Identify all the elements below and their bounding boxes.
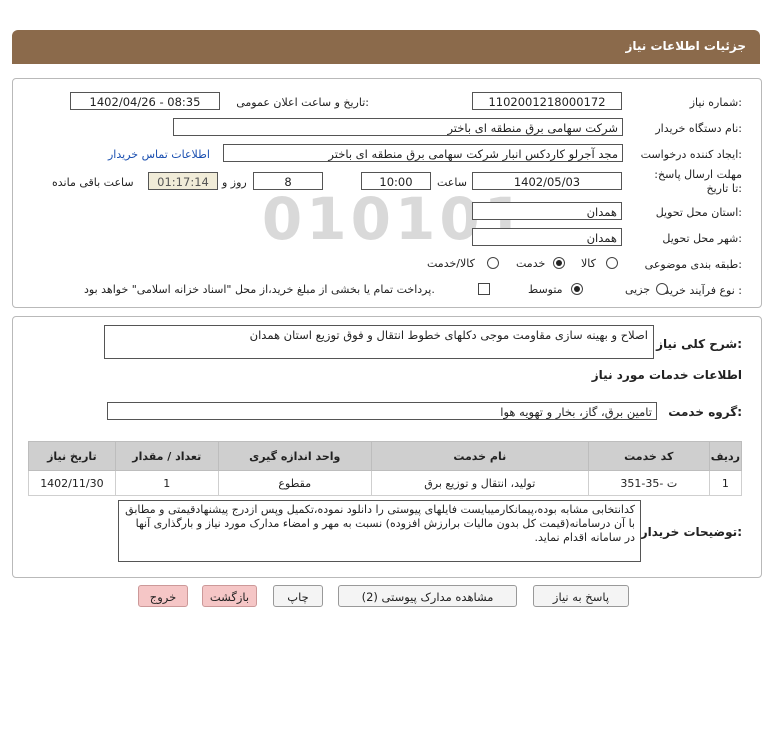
col-unit: واحد اندازه گیری [217, 441, 372, 471]
category-goods-service-label: کالا/خدمت [427, 257, 475, 270]
buyer-org-field: شرکت سهامی برق منطقه ای باختر [173, 118, 623, 136]
deadline-label-text: مهلت ارسال پاسخ: تا تاریخ: [654, 168, 742, 195]
col-service-name: نام خدمت [370, 441, 589, 471]
services-table: ردیف کد خدمت نام خدمت واحد اندازه گیری ت… [28, 441, 743, 496]
summary-field: اصلاح و بهینه سازی مقاومت موجی دکلهای خط… [104, 325, 654, 359]
buyer-contact-link[interactable]: اطلاعات تماس خریدار [108, 148, 210, 161]
exit-button[interactable]: خروج [138, 585, 188, 607]
col-row-number: ردیف [708, 441, 743, 471]
cell-service-name: تولید، انتقال و توزیع برق [370, 470, 589, 496]
creator-field: مجد آجرلو کاردکس انبار شرکت سهامی برق من… [223, 144, 623, 162]
category-radio-service[interactable] [553, 257, 565, 269]
category-radio-goods-service[interactable] [487, 257, 499, 269]
reply-button[interactable]: پاسخ به نیاز [533, 585, 629, 607]
services-table-header: ردیف کد خدمت نام خدمت واحد اندازه گیری ت… [28, 441, 743, 471]
announce-date-label: تاریخ و ساعت اعلان عمومی: [236, 96, 369, 109]
purchase-radio-medium[interactable] [571, 283, 583, 295]
remaining-label: ساعت باقی مانده [52, 176, 134, 189]
delivery-province-label: استان محل تحویل: [655, 206, 742, 219]
need-number-label: شماره نیاز: [689, 96, 742, 109]
service-group-label: گروه خدمت: [668, 405, 742, 419]
buyer-notes-field: کدانتخابی مشابه بوده،پیمانکارمیبایست فای… [118, 500, 641, 562]
col-quantity: تعداد / مقدار [114, 441, 219, 471]
creator-label: ایجاد کننده درخواست: [640, 148, 742, 161]
summary-label: شرح کلی نیاز: [656, 337, 742, 351]
announce-date-field: 1402/04/26 - 08:35 [70, 92, 220, 110]
need-info-panel [12, 78, 762, 308]
back-button[interactable]: بازگشت [202, 585, 257, 607]
buyer-org-label: نام دستگاه خریدار: [655, 122, 742, 135]
page-header: جزئیات اطلاعات نیاز [12, 30, 760, 64]
print-button[interactable]: چاپ [273, 585, 323, 607]
days-field: 8 [253, 172, 323, 190]
col-service-code: کد خدمت [587, 441, 710, 471]
deadline-date-field: 1402/05/03 [472, 172, 622, 190]
cell-quantity: 1 [114, 470, 219, 496]
remaining-time-field: 01:17:14 [148, 172, 218, 190]
purchase-radio-minor[interactable] [656, 283, 668, 295]
purchase-type-label: نوع فرآیند خرید : [664, 284, 742, 297]
page-title: جزئیات اطلاعات نیاز [625, 39, 746, 53]
cell-row-number: 1 [708, 470, 743, 496]
treasury-payment-note: پرداخت تمام یا بخشی از مبلغ خرید،از محل … [84, 283, 435, 296]
days-label: روز و [222, 176, 247, 189]
treasury-payment-checkbox[interactable] [478, 283, 490, 295]
purchase-medium-label: متوسط [528, 283, 563, 296]
col-need-date: تاریخ نیاز [28, 441, 116, 471]
attachments-button[interactable]: مشاهده مدارک پیوستی (2) [338, 585, 517, 607]
cell-service-code: ت -35-351 [587, 470, 710, 496]
buyer-notes-label: توضیحات خریدار: [640, 525, 742, 539]
category-label: طبقه بندی موضوعی: [644, 258, 742, 271]
services-heading: اطلاعات خدمات مورد نیاز [591, 368, 742, 382]
need-number-field: 1102001218000172 [472, 92, 622, 110]
category-radio-goods[interactable] [606, 257, 618, 269]
purchase-minor-label: جزیی [625, 283, 651, 296]
cell-unit: مقطوع [217, 470, 372, 496]
cell-need-date: 1402/11/30 [28, 470, 116, 496]
category-goods-label: کالا [581, 257, 596, 270]
deadline-time-field: 10:00 [361, 172, 431, 190]
deadline-label: مهلت ارسال پاسخ: تا تاریخ: [652, 168, 742, 196]
delivery-city-label: شهر محل تحویل: [662, 232, 742, 245]
delivery-province-field: همدان [472, 202, 622, 220]
table-row: 1 ت -35-351 تولید، انتقال و توزیع برق مق… [28, 470, 743, 496]
service-group-field: تامین برق، گاز، بخار و تهویه هوا [107, 402, 657, 420]
category-service-label: خدمت [516, 257, 546, 270]
deadline-time-label: ساعت [437, 176, 467, 189]
delivery-city-field: همدان [472, 228, 622, 246]
